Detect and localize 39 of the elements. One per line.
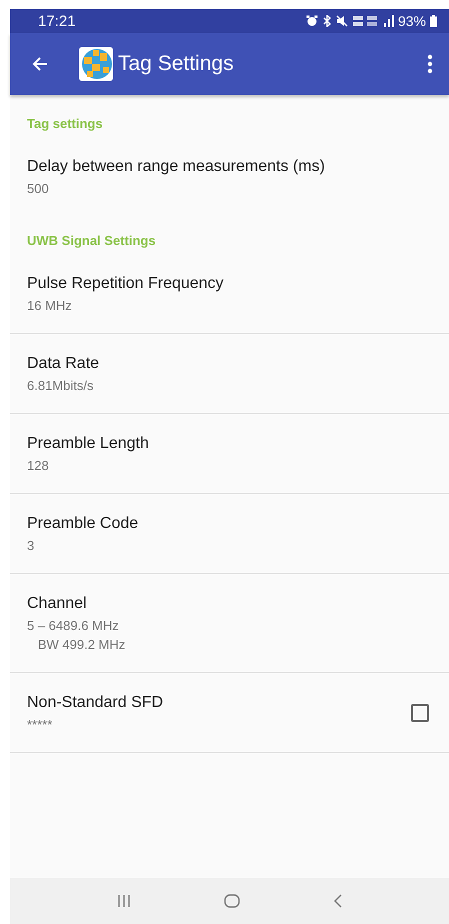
clock-time: 17:21 [38,12,76,30]
mute-icon [336,15,348,27]
section-header: UWB Signal Settings [26,232,157,250]
preference-item[interactable]: Preamble Code 3 [10,494,449,574]
preference-value: 6.81Mbits/s [27,377,94,395]
alarm-icon [306,15,318,27]
preference-title: Preamble Code [27,514,138,534]
back-arrow-icon[interactable] [32,56,48,72]
bluetooth-icon [322,15,332,27]
preference-title: Channel [27,594,87,614]
section-header: Tag settings [26,115,104,133]
preference-value: 16 MHz [27,297,72,315]
back-icon[interactable] [332,894,342,908]
preference-value: 128 [27,457,49,475]
preference-value: 500 [27,180,49,198]
preference-title: Pulse Repetition Frequency [27,274,224,294]
more-options-icon[interactable] [427,54,433,74]
preference-item[interactable]: Preamble Length 128 [10,414,449,494]
preference-item[interactable]: Non-Standard SFD ***** [10,673,449,753]
preference-title: Data Rate [27,354,100,374]
home-icon[interactable] [224,893,240,909]
preference-item[interactable]: Pulse Repetition Frequency 16 MHz [10,254,449,334]
app-logo-icon [79,47,113,81]
battery-icon [430,15,437,27]
preference-title: Delay between range measurements (ms) [27,157,325,177]
preference-title: Preamble Length [27,434,149,454]
preference-value: BW 499.2 MHz [36,636,126,654]
preference-title: Non-Standard SFD [27,693,164,713]
preference-value: ***** [27,716,52,734]
recent-apps-icon[interactable] [116,894,130,908]
checkbox[interactable] [411,704,429,722]
battery-percent: 93% [398,13,426,29]
preference-item[interactable]: Channel 5 – 6489.6 MHz BW 499.2 MHz [10,574,449,673]
preference-item[interactable]: Data Rate 6.81Mbits/s [10,334,449,414]
preference-value: 5 – 6489.6 MHz [27,617,119,635]
preference-value: 3 [27,537,34,555]
screen-title: Tag Settings [118,52,235,76]
signal-icon [384,15,394,27]
preference-item[interactable]: Delay between range measurements (ms) 500 [10,137,449,216]
